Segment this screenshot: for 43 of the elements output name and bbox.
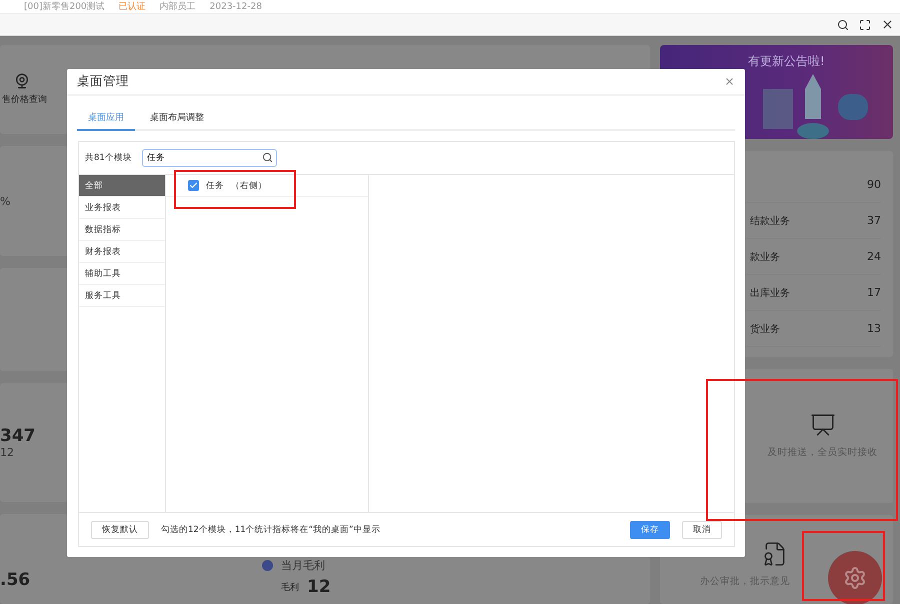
search-icon[interactable] (262, 152, 273, 163)
module-position: （右侧） (231, 180, 267, 192)
dialog-title: 桌面管理 (77, 73, 129, 90)
task-label: 款业务 (750, 250, 780, 264)
task-count: 37 (867, 214, 881, 228)
reset-button[interactable]: 恢复默认 (91, 520, 149, 538)
profit-value: 12 (307, 577, 331, 598)
tab[interactable]: 桌面布局调整 (139, 106, 215, 131)
stat-sub-value: 12 (0, 446, 14, 460)
task-label: 货业务 (750, 322, 780, 336)
profit-icon (262, 560, 273, 572)
close-icon[interactable] (881, 18, 894, 31)
gear-icon (843, 566, 867, 590)
task-count: 13 (867, 322, 881, 336)
search-icon[interactable] (837, 18, 849, 30)
module-name: 任务 (206, 180, 224, 192)
module-count: 共81个模块 (85, 152, 132, 164)
category-item[interactable]: 全部 (79, 175, 165, 197)
stat-value: % (0, 194, 10, 208)
task-count: 24 (867, 250, 881, 264)
board-icon (810, 412, 836, 438)
task-count: 90 (867, 178, 881, 192)
banner-title: 有更新公告啦! (748, 54, 825, 68)
checkbox[interactable] (188, 180, 199, 191)
save-button[interactable]: 保存 (630, 520, 670, 538)
search-field[interactable]: 任务 (142, 149, 277, 167)
store-name: [00]新零售200测试 (24, 0, 105, 13)
profit-label: 毛利 (281, 582, 299, 594)
date-label: 2023-12-28 (210, 2, 262, 12)
stat-value: .56 (0, 570, 30, 590)
tab[interactable]: 桌面应用 (77, 106, 135, 131)
task-label: 结款业务 (750, 214, 790, 228)
verified-label: 已认证 (118, 0, 146, 13)
footer-note: 勾选的12个模块，11个统计指标将在“我的桌面”中显示 (161, 524, 382, 536)
cancel-button[interactable]: 取消 (682, 520, 722, 538)
camera-icon (14, 73, 30, 90)
task-count: 17 (867, 286, 881, 300)
stat-value: 347 (0, 426, 36, 446)
profit-title: 当月毛利 (281, 558, 325, 574)
role-label: 内部员工 (160, 0, 196, 13)
task-label: 出库业务 (750, 286, 790, 300)
fullscreen-icon[interactable] (859, 18, 871, 30)
shortcut-label[interactable]: 售价格查询 (2, 93, 47, 106)
